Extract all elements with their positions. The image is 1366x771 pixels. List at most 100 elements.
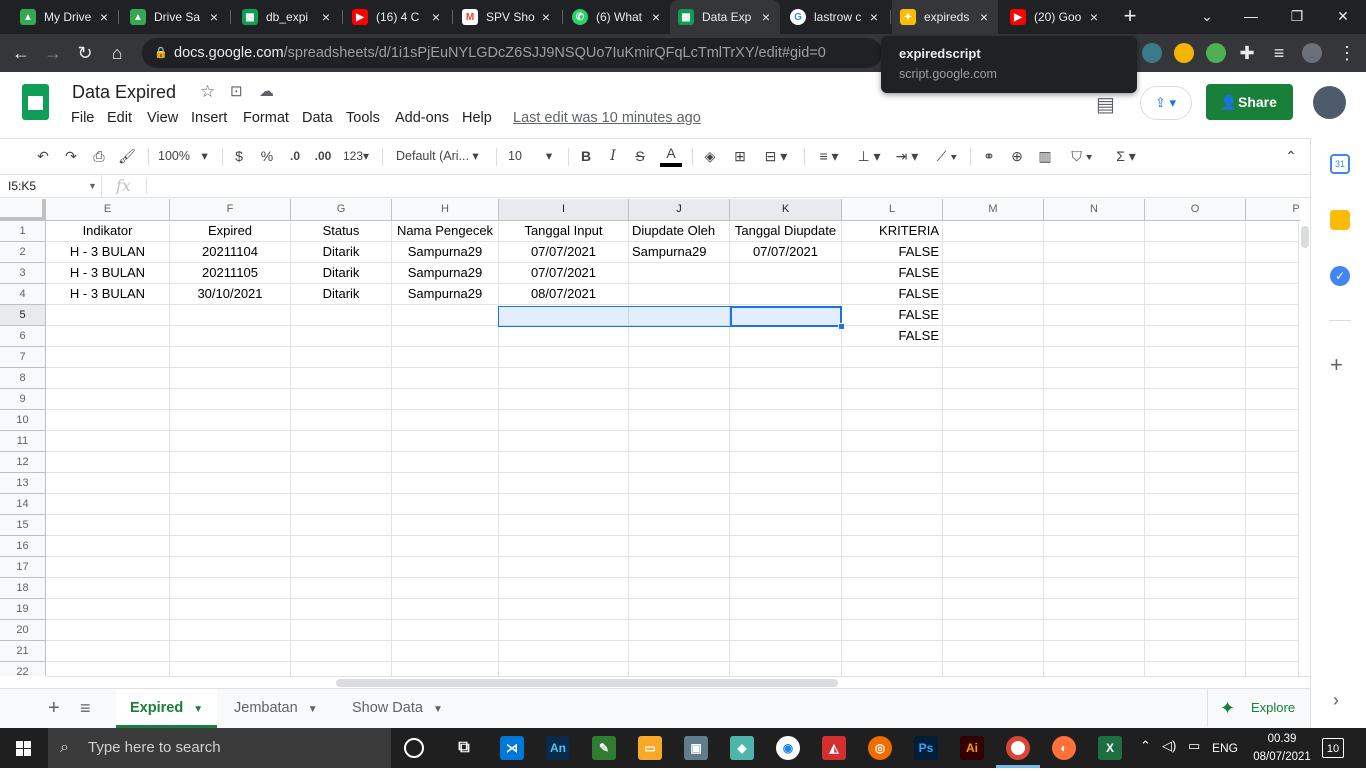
spreadsheet-grid[interactable]: E F G H I J K L M N O P 1 Indikator Expire… — [0, 199, 1300, 676]
menu-tools[interactable]: Tools — [346, 110, 380, 126]
table-cell[interactable] — [943, 620, 1044, 641]
row-header[interactable]: 20 — [0, 620, 46, 641]
table-cell[interactable] — [1246, 599, 1300, 620]
network-icon[interactable]: ▭ — [1188, 738, 1200, 754]
new-tab-button[interactable]: + — [1118, 4, 1142, 28]
table-cell[interactable] — [1044, 641, 1145, 662]
table-cell[interactable] — [1246, 326, 1300, 347]
column-header[interactable]: F — [170, 199, 291, 221]
table-cell[interactable] — [629, 494, 730, 515]
row-header[interactable]: 11 — [0, 431, 46, 452]
firefox-icon[interactable]: ◐ — [1052, 736, 1076, 760]
browser-tab[interactable]: Glastrow c × — [782, 0, 888, 34]
vscode-icon[interactable]: ⋊ — [500, 736, 524, 760]
table-cell[interactable] — [842, 578, 943, 599]
close-icon[interactable]: × — [428, 9, 444, 25]
table-cell[interactable] — [291, 494, 392, 515]
expand-panel-icon[interactable]: › — [1333, 690, 1339, 711]
table-cell[interactable] — [1145, 599, 1246, 620]
table-cell[interactable] — [1246, 347, 1300, 368]
table-cell[interactable] — [842, 431, 943, 452]
table-cell[interactable] — [629, 410, 730, 431]
table-cell[interactable] — [170, 347, 291, 368]
address-bar[interactable]: 🔒 docs.google.com/spreadsheets/d/1i1sPjE… — [142, 38, 882, 68]
column-header[interactable]: P — [1246, 199, 1300, 221]
browser-tab[interactable]: ▶ (16) 4 C × — [344, 0, 450, 34]
extensions-puzzle-icon[interactable]: ✚ — [1234, 40, 1260, 66]
menu-file[interactable]: File — [71, 110, 94, 126]
table-cell[interactable] — [46, 368, 170, 389]
table-cell[interactable] — [46, 305, 170, 326]
table-cell[interactable] — [842, 536, 943, 557]
table-cell[interactable] — [629, 473, 730, 494]
table-cell[interactable] — [291, 620, 392, 641]
menu-edit[interactable]: Edit — [107, 110, 132, 126]
table-cell[interactable] — [730, 473, 842, 494]
row-header[interactable]: 3 — [0, 263, 46, 284]
table-cell[interactable] — [46, 641, 170, 662]
table-cell[interactable] — [1145, 641, 1246, 662]
table-cell[interactable] — [499, 536, 629, 557]
table-cell[interactable] — [291, 515, 392, 536]
table-cell[interactable] — [943, 494, 1044, 515]
percent-format-button[interactable]: % — [257, 139, 277, 173]
add-addon-icon[interactable]: + — [1330, 352, 1343, 378]
close-icon[interactable]: × — [538, 9, 554, 25]
table-cell[interactable] — [291, 410, 392, 431]
collapse-menu-icon[interactable]: ⌃ — [1280, 139, 1302, 173]
table-cell[interactable] — [629, 347, 730, 368]
row-header[interactable]: 21 — [0, 641, 46, 662]
table-cell[interactable] — [392, 662, 499, 676]
tray-chevron-icon[interactable]: ⌃ — [1140, 738, 1151, 754]
table-cell[interactable] — [842, 641, 943, 662]
table-cell[interactable] — [943, 347, 1044, 368]
paint-format-icon[interactable]: 🖌 — [116, 139, 138, 173]
table-cell[interactable] — [499, 326, 629, 347]
table-cell[interactable] — [170, 641, 291, 662]
keep-icon[interactable] — [1330, 210, 1350, 230]
table-cell[interactable] — [730, 347, 842, 368]
volume-icon[interactable]: ◁) — [1162, 738, 1176, 754]
blender-icon[interactable]: ◎ — [868, 736, 892, 760]
column-header[interactable]: G — [291, 199, 392, 221]
horizontal-scrollbar[interactable] — [46, 676, 1310, 688]
table-cell[interactable] — [170, 410, 291, 431]
table-cell[interactable]: Status — [291, 221, 392, 242]
close-icon[interactable]: × — [648, 9, 664, 25]
app-icon[interactable]: ▣ — [684, 736, 708, 760]
horizontal-align-icon[interactable]: ≡ ▾ — [812, 139, 846, 173]
document-title[interactable]: Data Expired — [72, 82, 176, 103]
table-cell[interactable] — [392, 368, 499, 389]
table-cell[interactable] — [170, 326, 291, 347]
row-header[interactable]: 17 — [0, 557, 46, 578]
table-cell[interactable] — [291, 326, 392, 347]
table-cell[interactable]: H - 3 BULAN — [46, 242, 170, 263]
table-cell[interactable] — [943, 473, 1044, 494]
table-cell[interactable] — [1044, 536, 1145, 557]
column-header[interactable]: E — [46, 199, 170, 221]
table-cell[interactable]: 20211104 — [170, 242, 291, 263]
table-cell[interactable] — [629, 599, 730, 620]
table-cell[interactable] — [842, 368, 943, 389]
close-icon[interactable]: × — [1086, 9, 1102, 25]
print-icon[interactable]: ⎙ — [88, 139, 110, 173]
table-cell[interactable] — [730, 536, 842, 557]
table-cell[interactable] — [629, 578, 730, 599]
table-cell[interactable] — [943, 662, 1044, 676]
app-icon[interactable]: ◭ — [822, 736, 846, 760]
table-cell[interactable] — [1145, 494, 1246, 515]
table-cell[interactable] — [629, 431, 730, 452]
table-cell[interactable]: Expired — [170, 221, 291, 242]
table-cell[interactable] — [46, 599, 170, 620]
table-cell[interactable] — [842, 494, 943, 515]
extension-icon[interactable] — [1206, 43, 1226, 63]
vertical-align-icon[interactable]: ⊥ ▾ — [852, 139, 886, 173]
table-cell[interactable] — [392, 473, 499, 494]
table-cell[interactable] — [1044, 347, 1145, 368]
app-icon[interactable]: ◆ — [730, 736, 754, 760]
table-cell[interactable] — [392, 641, 499, 662]
table-cell[interactable]: Tanggal Diupdate — [730, 221, 842, 242]
table-cell[interactable]: H - 3 BULAN — [46, 284, 170, 305]
sheet-tab-jembatan[interactable]: Jembatan ▼ — [220, 689, 332, 728]
insert-chart-icon[interactable]: ▥ — [1034, 139, 1056, 173]
